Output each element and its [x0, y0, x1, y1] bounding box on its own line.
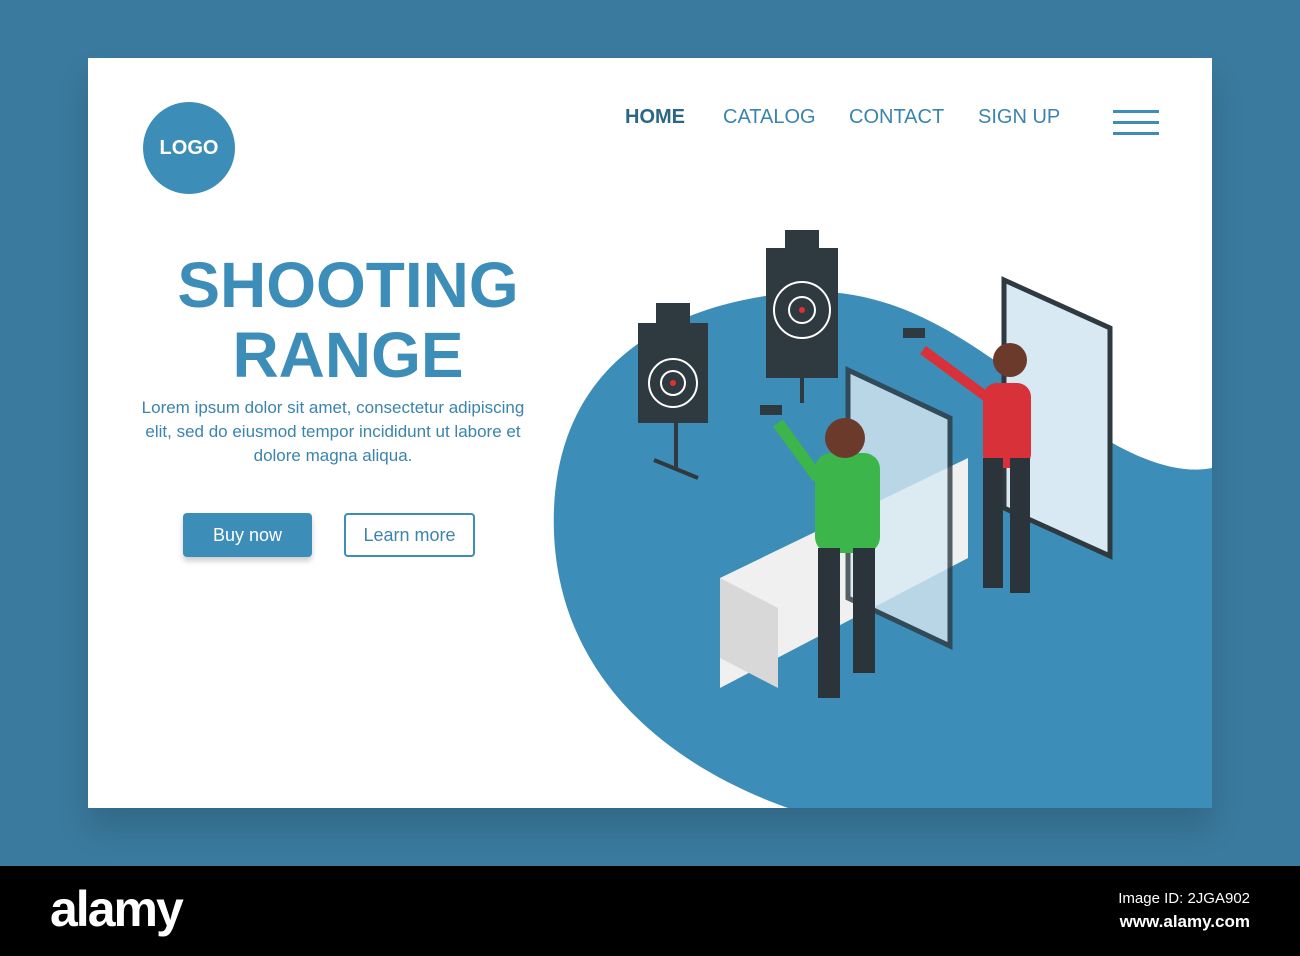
footer-bar: alamy Image ID: 2JGA902 www.alamy.com: [0, 866, 1300, 956]
hamburger-menu-icon[interactable]: [1113, 110, 1159, 136]
nav-sign-up[interactable]: SIGN UP: [978, 106, 1060, 129]
buy-now-button[interactable]: Buy now: [183, 513, 312, 557]
footer-url: www.alamy.com: [1119, 912, 1250, 931]
page-title: SHOOTING RANGE: [148, 250, 548, 390]
nav-catalog[interactable]: CATALOG: [723, 106, 816, 129]
image-id: Image ID: 2JGA902: [1118, 890, 1250, 907]
footer-brand: alamy: [50, 881, 184, 937]
learn-more-button[interactable]: Learn more: [344, 513, 475, 557]
nav-home[interactable]: HOME: [625, 106, 685, 129]
title-line-2: RANGE: [232, 319, 464, 391]
target-center: [766, 230, 838, 403]
landing-card: LOGO HOME CATALOG CONTACT SIGN UP SHOOTI…: [88, 58, 1212, 808]
nav-contact[interactable]: CONTACT: [849, 106, 944, 129]
logo[interactable]: LOGO: [143, 102, 235, 194]
title-line-1: SHOOTING: [177, 249, 519, 321]
hero-description: Lorem ipsum dolor sit amet, consectetur …: [141, 398, 525, 465]
